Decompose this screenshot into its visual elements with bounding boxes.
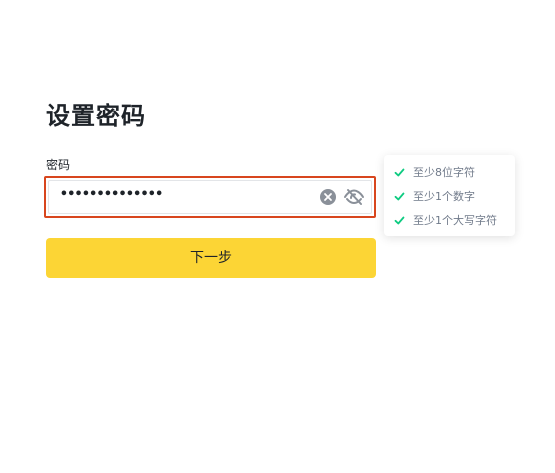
check-icon [394, 168, 405, 176]
requirement-item: 至少1个大写字符 [394, 212, 497, 228]
requirement-item: 至少1个数字 [394, 188, 475, 204]
password-value[interactable]: •••••••••••••• [60, 187, 163, 202]
password-requirements-tooltip: 至少8位字符 至少1个数字 至少1个大写字符 [384, 155, 515, 236]
eye-off-icon[interactable] [343, 187, 365, 207]
requirement-item: 至少8位字符 [394, 164, 475, 180]
requirement-text: 至少8位字符 [413, 166, 475, 179]
requirement-text: 至少1个大写字符 [413, 214, 497, 227]
password-input[interactable]: •••••••••••••• [48, 180, 372, 214]
password-label: 密码 [46, 158, 71, 172]
requirement-text: 至少1个数字 [413, 190, 475, 203]
page-title: 设置密码 [46, 102, 146, 130]
next-button[interactable]: 下一步 [46, 238, 376, 278]
check-icon [394, 192, 405, 200]
set-password-page: 设置密码 密码 •••••••••••••• 下一步 至少8位字符 至少1个数字… [0, 0, 555, 473]
password-input-container[interactable]: •••••••••••••• [44, 176, 376, 218]
clear-circle-icon[interactable] [319, 188, 337, 206]
check-icon [394, 216, 405, 224]
